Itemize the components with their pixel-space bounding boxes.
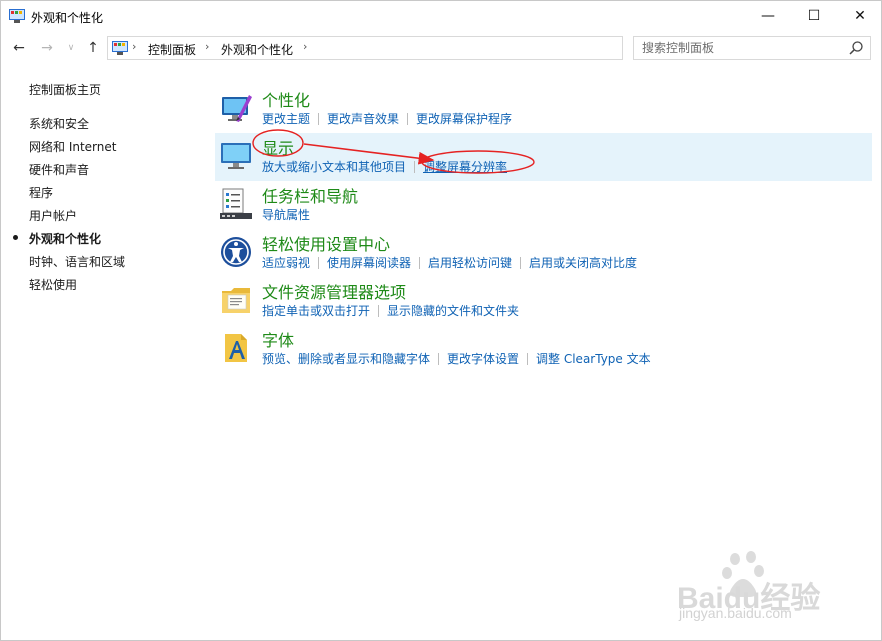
close-button[interactable]: ✕ xyxy=(837,1,881,31)
link-change-screensaver[interactable]: 更改屏幕保护程序 xyxy=(416,110,512,127)
link-divider xyxy=(419,257,421,269)
category-personalization: 个性化 更改主题 更改声音效果 更改屏幕保护程序 xyxy=(215,85,872,133)
back-button[interactable]: ← xyxy=(9,37,29,59)
window-title: 外观和个性化 xyxy=(31,11,104,25)
link-preview-fonts[interactable]: 预览、删除或者显示和隐藏字体 xyxy=(262,350,430,367)
search-icon[interactable] xyxy=(848,40,864,56)
recent-locations-button[interactable]: ∨ xyxy=(61,37,81,59)
link-divider xyxy=(407,113,409,125)
address-bar[interactable]: › 控制面板 › 外观和个性化 › ∨ ↻ xyxy=(107,36,722,60)
link-divider xyxy=(527,353,529,365)
link-sticky-keys[interactable]: 启用轻松访问键 xyxy=(428,254,512,271)
link-show-hidden-files[interactable]: 显示隐藏的文件和文件夹 xyxy=(387,302,519,319)
link-divider xyxy=(318,113,320,125)
category-title-display[interactable]: 显示 xyxy=(262,135,294,159)
breadcrumb-separator[interactable]: › xyxy=(132,40,136,53)
personalization-icon xyxy=(222,95,252,122)
category-display: 显示 放大或缩小文本和其他项目 调整屏幕分辨率 xyxy=(215,133,872,181)
link-divider xyxy=(414,161,416,173)
link-single-double-click[interactable]: 指定单击或双击打开 xyxy=(262,302,370,319)
maximize-button[interactable]: ☐ xyxy=(791,1,837,31)
link-adjust-resolution[interactable]: 调整屏幕分辨率 xyxy=(423,158,507,175)
navigation-bar: ← → ∨ ↑ › 控制面板 › 外观和个性化 › ∨ xyxy=(1,35,881,61)
taskbar-icon xyxy=(220,188,252,219)
sidebar-item-hardware-sound[interactable]: 硬件和声音 xyxy=(29,161,89,178)
active-item-bullet xyxy=(13,235,18,240)
control-panel-window: 外观和个性化 — ☐ ✕ ← → ∨ ↑ › 控制面板 › 外观和个性化 › 搜… xyxy=(0,0,882,641)
category-title-ease-of-access[interactable]: 轻松使用设置中心 xyxy=(262,231,390,255)
category-links-personalization: 更改主题 更改声音效果 更改屏幕保护程序 xyxy=(262,110,512,127)
ease-of-access-icon xyxy=(221,237,251,267)
category-taskbar: 任务栏和导航 导航属性 xyxy=(215,181,872,229)
link-low-vision[interactable]: 适应弱视 xyxy=(262,254,310,271)
link-change-theme[interactable]: 更改主题 xyxy=(262,110,310,127)
link-divider xyxy=(318,257,320,269)
category-links-ease-of-access: 适应弱视 使用屏幕阅读器 启用轻松访问键 启用或关闭高对比度 xyxy=(262,254,637,271)
category-links-display: 放大或缩小文本和其他项目 调整屏幕分辨率 xyxy=(262,158,507,175)
display-icon xyxy=(221,143,251,169)
sidebar-item-home[interactable]: 控制面板主页 xyxy=(29,81,101,98)
control-panel-icon xyxy=(112,41,128,55)
sidebar-item-ease-of-access[interactable]: 轻松使用 xyxy=(29,276,77,293)
category-links-folder-options: 指定单击或双击打开 显示隐藏的文件和文件夹 xyxy=(262,302,519,319)
category-title-taskbar[interactable]: 任务栏和导航 xyxy=(262,183,358,207)
fonts-icon xyxy=(225,334,247,362)
sidebar-item-network[interactable]: 网络和 Internet xyxy=(29,138,116,155)
link-divider xyxy=(438,353,440,365)
category-fonts: 字体 预览、删除或者显示和隐藏字体 更改字体设置 调整 ClearType 文本 xyxy=(215,325,872,373)
control-panel-icon xyxy=(9,9,25,23)
link-change-sounds[interactable]: 更改声音效果 xyxy=(327,110,399,127)
chevron-down-icon: ∨ xyxy=(67,43,75,53)
search-input[interactable] xyxy=(634,37,844,59)
category-title-fonts[interactable]: 字体 xyxy=(262,327,294,351)
sidebar-item-clock-language[interactable]: 时钟、语言和区域 xyxy=(29,253,125,270)
category-ease-of-access: 轻松使用设置中心 适应弱视 使用屏幕阅读器 启用轻松访问键 启用或关闭高对比度 xyxy=(215,229,872,277)
link-divider xyxy=(520,257,522,269)
category-links-fonts: 预览、删除或者显示和隐藏字体 更改字体设置 调整 ClearType 文本 xyxy=(262,350,651,367)
forward-button[interactable]: → xyxy=(37,37,57,59)
arrow-right-icon: → xyxy=(41,40,53,56)
category-title-folder-options[interactable]: 文件资源管理器选项 xyxy=(262,279,406,303)
sidebar-item-appearance[interactable]: 外观和个性化 xyxy=(29,230,101,247)
link-high-contrast[interactable]: 启用或关闭高对比度 xyxy=(529,254,637,271)
breadcrumb-separator[interactable]: › xyxy=(205,40,209,53)
search-box xyxy=(633,36,871,60)
title-bar: 外观和个性化 — ☐ ✕ xyxy=(1,1,881,33)
link-change-font-settings[interactable]: 更改字体设置 xyxy=(447,350,519,367)
link-divider xyxy=(378,305,380,317)
watermark-url: jingyan.baidu.com xyxy=(679,605,792,621)
sidebar-item-user-accounts[interactable]: 用户帐户 xyxy=(29,207,77,224)
link-screen-reader[interactable]: 使用屏幕阅读器 xyxy=(327,254,411,271)
sidebar-item-system-security[interactable]: 系统和安全 xyxy=(29,115,89,132)
up-button[interactable]: ↑ xyxy=(83,37,103,59)
arrow-up-icon: ↑ xyxy=(87,40,99,56)
category-title-personalization[interactable]: 个性化 xyxy=(262,87,310,111)
category-folder-options: 文件资源管理器选项 指定单击或双击打开 显示隐藏的文件和文件夹 xyxy=(215,277,872,325)
arrow-left-icon: ← xyxy=(13,40,25,56)
link-cleartype[interactable]: 调整 ClearType 文本 xyxy=(536,350,651,367)
link-navigation-properties[interactable]: 导航属性 xyxy=(262,206,310,223)
baidu-watermark: Baidu经验 jingyan.baidu.com xyxy=(673,549,843,625)
folder-options-icon xyxy=(222,288,250,313)
breadcrumb-separator[interactable]: › xyxy=(303,40,307,53)
category-links-taskbar: 导航属性 xyxy=(262,206,310,223)
breadcrumb-control-panel[interactable]: 控制面板 xyxy=(148,41,196,58)
sidebar-item-programs[interactable]: 程序 xyxy=(29,184,53,201)
minimize-button[interactable]: — xyxy=(745,1,791,31)
link-zoom-text[interactable]: 放大或缩小文本和其他项目 xyxy=(262,158,406,175)
breadcrumb-appearance[interactable]: 外观和个性化 xyxy=(221,41,293,58)
